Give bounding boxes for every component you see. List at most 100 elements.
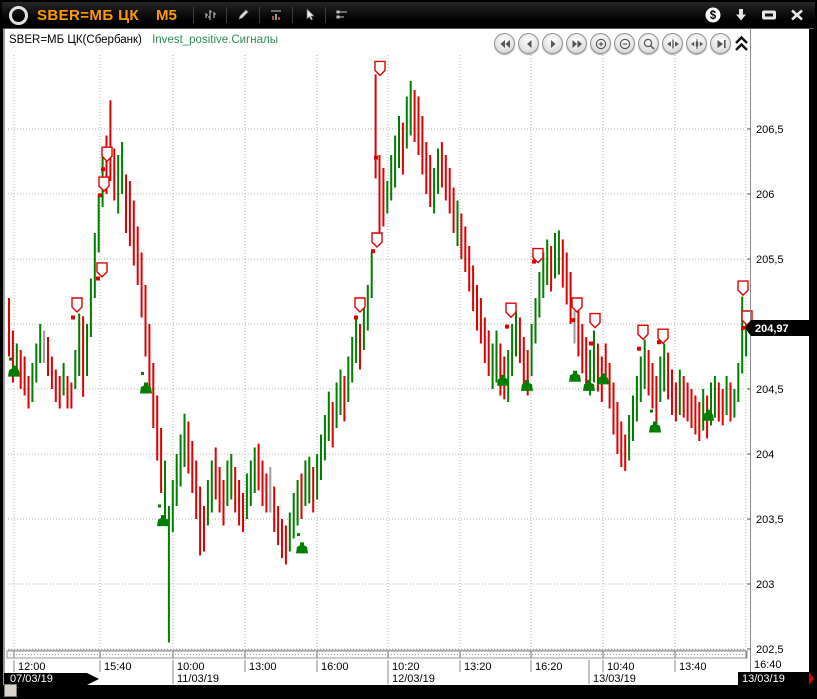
- scroll-left-button[interactable]: [518, 33, 539, 54]
- buy-dot-icon: [297, 533, 300, 536]
- window-title: SBER=МБ ЦК: [37, 7, 139, 24]
- sell-signal-icon: [375, 61, 385, 75]
- close-icon[interactable]: [787, 6, 807, 24]
- cursor-icon[interactable]: [297, 6, 321, 24]
- instrument-ring-icon: [9, 6, 28, 25]
- svg-text:16:00: 16:00: [321, 661, 349, 673]
- svg-text:13:20: 13:20: [464, 661, 492, 673]
- sell-signal-icon: [97, 263, 107, 277]
- sell-dot-icon: [532, 260, 536, 264]
- svg-text:206,5: 206,5: [756, 124, 784, 136]
- sell-dot-icon: [571, 318, 575, 322]
- buy-signal-icon: [296, 542, 308, 553]
- svg-text:15:40: 15:40: [104, 661, 132, 673]
- buy-signal-icon: [649, 422, 661, 433]
- svg-text:10:00: 10:00: [177, 661, 205, 673]
- sell-dot-icon: [637, 347, 641, 351]
- signals-label: Invest_positive.Сигналы: [152, 34, 278, 46]
- svg-text:13/03/19: 13/03/19: [593, 673, 636, 685]
- svg-text:202,5: 202,5: [756, 644, 784, 656]
- timeframe-label[interactable]: М5: [156, 7, 177, 24]
- resize-grip[interactable]: [4, 684, 17, 697]
- zoom-out-button[interactable]: [614, 33, 635, 54]
- scroll-right-button[interactable]: [542, 33, 563, 54]
- window-frame-right: [809, 29, 814, 685]
- restore-icon[interactable]: [759, 6, 779, 24]
- pencil-icon[interactable]: [231, 6, 255, 24]
- time-axis: 12:00 15:40 10:00 13:00 16:00 10:20 13:20 16:20…: [14, 659, 782, 685]
- svg-text:16:20: 16:20: [535, 661, 563, 673]
- buy-dot-icon: [650, 410, 653, 413]
- sell-signal-icon: [590, 314, 600, 328]
- compress-candles-button[interactable]: [686, 33, 707, 54]
- window-frame-edge: [3, 29, 5, 685]
- window-titlebar[interactable]: SBER=МБ ЦК М5 $: [2, 2, 815, 28]
- dollar-icon[interactable]: $: [703, 6, 723, 24]
- volume-icon[interactable]: [264, 6, 288, 24]
- collapse-chevron-icon[interactable]: [734, 34, 749, 54]
- sell-dot-icon: [589, 342, 593, 346]
- svg-text:10:20: 10:20: [392, 661, 420, 673]
- sell-dot-icon: [354, 316, 358, 320]
- chart-panel: SBER=МБ ЦК(Сбербанк) Invest_positive.Сиг…: [3, 28, 814, 685]
- zoom-in-button[interactable]: [590, 33, 611, 54]
- svg-text:204: 204: [756, 449, 774, 461]
- toolbar-divider: [193, 7, 194, 23]
- terminal-window: SBER=МБ ЦК М5 $ SBER=МБ ЦК(Сбербанк) Inv…: [0, 0, 817, 699]
- svg-text:203,5: 203,5: [756, 514, 784, 526]
- toolbar-divider: [325, 7, 326, 23]
- buy-signal-icon: [157, 515, 169, 526]
- levels-icon[interactable]: [330, 6, 354, 24]
- sell-signal-icon: [506, 303, 516, 317]
- chart-header: SBER=МБ ЦК(Сбербанк) Invest_positive.Сиг…: [9, 34, 282, 46]
- sell-dot-icon: [374, 156, 378, 160]
- svg-text:12/03/19: 12/03/19: [392, 673, 435, 685]
- svg-text:12:00: 12:00: [18, 661, 46, 673]
- time-scrollbar[interactable]: [7, 651, 747, 658]
- sell-dot-icon: [657, 340, 661, 344]
- sell-signal-icon: [72, 298, 82, 312]
- sell-dot-icon: [371, 249, 375, 253]
- buy-signal-icon: [569, 371, 581, 382]
- zoom-reset-button[interactable]: [638, 33, 659, 54]
- compress-horizontal-button[interactable]: [662, 33, 683, 54]
- svg-text:204,5: 204,5: [756, 384, 784, 396]
- sell-dot-icon: [96, 277, 100, 281]
- svg-text:203: 203: [756, 579, 774, 591]
- svg-text:10:40: 10:40: [607, 661, 635, 673]
- price-chart[interactable]: 206,5206205,5205204,5204203,5203202,512:…: [3, 29, 814, 685]
- go-to-last-button[interactable]: [710, 33, 731, 54]
- svg-text:205,5: 205,5: [756, 254, 784, 266]
- price-bars: [8, 74, 747, 642]
- sell-dot-icon: [505, 325, 509, 329]
- instrument-label: SBER=МБ ЦК(Сбербанк): [9, 34, 142, 46]
- buy-dot-icon: [158, 505, 161, 508]
- scroll-end-button[interactable]: [566, 33, 587, 54]
- signal-markers: [8, 61, 752, 553]
- grid-lines: [8, 55, 746, 649]
- sell-dot-icon: [101, 167, 105, 171]
- buy-signal-icon: [8, 366, 20, 377]
- svg-text:13:00: 13:00: [249, 661, 277, 673]
- price-axis-labels: 206,5206205,5205204,5204203,5203202,5: [747, 124, 784, 656]
- interval-icon[interactable]: [198, 6, 222, 24]
- chart-nav-toolbar: [494, 33, 731, 54]
- svg-text:13:40: 13:40: [679, 661, 707, 673]
- sell-signal-icon: [572, 298, 582, 312]
- svg-text:13/03/19: 13/03/19: [742, 673, 785, 685]
- svg-text:11/03/19: 11/03/19: [177, 673, 219, 685]
- toolbar-divider: [259, 7, 260, 23]
- download-icon[interactable]: [731, 6, 751, 24]
- sell-signal-icon: [638, 325, 648, 339]
- sell-dot-icon: [98, 193, 102, 197]
- buy-dot-icon: [9, 358, 12, 361]
- scroll-start-button[interactable]: [494, 33, 515, 54]
- sell-dot-icon: [71, 316, 75, 320]
- svg-text:206: 206: [756, 189, 774, 201]
- toolbar-divider: [226, 7, 227, 23]
- current-price-tag: 204,97: [745, 320, 810, 336]
- svg-text:204,97: 204,97: [755, 323, 789, 335]
- sell-dot-icon: [741, 326, 745, 330]
- buy-dot-icon: [141, 372, 144, 375]
- toolbar-divider: [292, 7, 293, 23]
